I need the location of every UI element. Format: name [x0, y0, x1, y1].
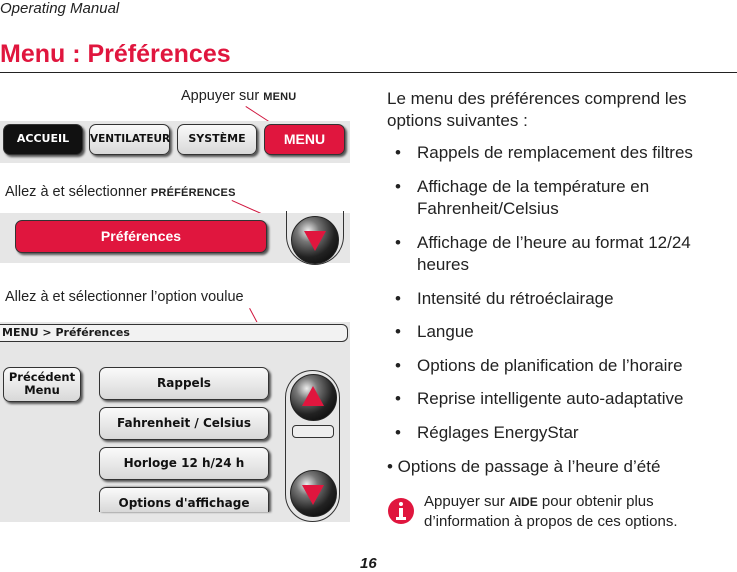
- list-item-text: Affichage de la température en: [417, 177, 650, 196]
- arrow-down-icon: [302, 485, 324, 505]
- help-note: Appuyer sur AIDE pour obtenir plus d’inf…: [424, 492, 677, 531]
- step2-caption-key: PRÉFÉRENCES: [150, 187, 236, 199]
- scroll-down-button[interactable]: [290, 470, 337, 517]
- list-item-text: Affichage de l’heure au format 12/24: [417, 233, 691, 252]
- bullet: •: [395, 389, 401, 408]
- bullet: •: [395, 233, 401, 252]
- list-item-text-line2: Fahrenheit/Celsius: [417, 199, 559, 218]
- note-prefix: Appuyer sur: [424, 493, 510, 510]
- option-affichage[interactable]: Options d'affichage: [99, 487, 269, 512]
- list-item-text-line2: heures: [417, 255, 469, 274]
- step2-caption: Allez à et sélectionner PRÉFÉRENCES: [5, 184, 236, 200]
- header-label: Operating Manual: [0, 0, 120, 17]
- info-icon: [388, 498, 414, 524]
- list-item-text: Rappels de remplacement des filtres: [417, 143, 693, 162]
- tab-menu[interactable]: MENU: [264, 124, 345, 155]
- preferences-button[interactable]: Préférences: [15, 220, 267, 253]
- tab-accueil[interactable]: ACCUEIL: [3, 124, 83, 155]
- back-button[interactable]: Précédent Menu: [3, 367, 81, 402]
- step1-caption-text: Appuyer sur: [181, 88, 264, 104]
- thermostat-screen: MENU > Préférences Précédent Menu Rappel…: [0, 322, 350, 522]
- page-title: Menu : Préférences: [0, 40, 231, 68]
- list-item-text: • Options de passage à l’heure d’été: [387, 457, 661, 476]
- bullet: •: [395, 322, 401, 341]
- intro-text: Le menu des préférences comprend les opt…: [387, 88, 687, 132]
- note-line2: d’information à propos de ces options.: [424, 513, 678, 530]
- scroll-down-button[interactable]: [291, 216, 339, 264]
- scroll-indicator: [292, 425, 334, 438]
- option-horloge[interactable]: Horloge 12 h/24 h: [99, 447, 269, 480]
- arrow-up-icon: [302, 386, 324, 406]
- list-item-text: Langue: [417, 322, 474, 341]
- step2-caption-text: Allez à et sélectionner: [5, 184, 151, 200]
- step3-caption: Allez à et sélectionner l’option voulue: [5, 289, 244, 305]
- note-suffix: pour obtenir plus: [537, 493, 654, 510]
- intro-line1: Le menu des préférences comprend les: [387, 89, 687, 108]
- note-key: AIDE: [509, 495, 538, 509]
- preferences-strip: Préférences: [0, 211, 350, 265]
- tab-ventilateur[interactable]: VENTILATEUR: [89, 124, 170, 155]
- arrow-down-icon: [304, 231, 326, 251]
- scroll-up-button[interactable]: [290, 374, 337, 421]
- option-fahrenheit-celsius[interactable]: Fahrenheit / Celsius: [99, 407, 269, 440]
- bullet: •: [395, 423, 401, 442]
- page-number: 16: [360, 555, 377, 572]
- list-item-text: Reprise intelligente auto-adaptative: [417, 389, 684, 408]
- option-rappels[interactable]: Rappels: [99, 367, 269, 400]
- list-item-text: Options de planification de l’horaire: [417, 356, 683, 375]
- bullet: •: [395, 177, 401, 196]
- bullet: •: [395, 289, 401, 308]
- step1-caption-key: MENU: [263, 91, 297, 103]
- step1-caption: Appuyer sur MENU: [181, 88, 296, 104]
- bullet: •: [395, 356, 401, 375]
- back-button-line2: Menu: [24, 383, 60, 397]
- tab-strip: ACCUEIL VENTILATEUR SYSTÈME MENU: [0, 121, 350, 163]
- tab-systeme[interactable]: SYSTÈME: [177, 124, 257, 155]
- breadcrumb: MENU > Préférences: [0, 324, 348, 342]
- bullet: •: [395, 143, 401, 162]
- list-item-text: Réglages EnergyStar: [417, 423, 579, 442]
- intro-line2: options suivantes :: [387, 111, 528, 130]
- title-divider: [0, 72, 737, 73]
- list-item-text: Intensité du rétroéclairage: [417, 289, 614, 308]
